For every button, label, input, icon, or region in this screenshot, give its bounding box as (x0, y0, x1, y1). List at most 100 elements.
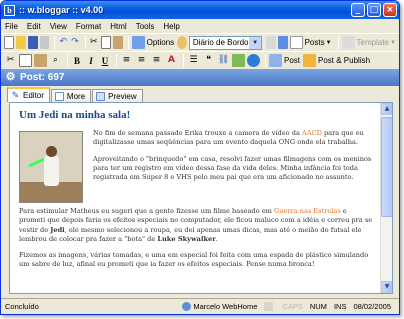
options-label: Options (146, 38, 175, 47)
blog-refresh-icon[interactable] (277, 36, 288, 49)
paragraph-text: . (215, 234, 218, 243)
menu-edit[interactable]: Edit (27, 22, 41, 31)
post-label: Post (284, 56, 301, 65)
preview-icon (96, 91, 106, 101)
toolbar-separator (54, 36, 56, 49)
menu-html[interactable]: Html (110, 22, 126, 31)
template-button[interactable]: Template ▼ (341, 36, 396, 49)
post-content[interactable]: Um Jedi na minha sala! No fim de semana … (19, 109, 373, 276)
find-icon[interactable]: ⌕ (49, 54, 62, 67)
status-date: 08/02/2005 (353, 302, 391, 311)
bold-button[interactable]: B (71, 56, 83, 66)
underline-button[interactable]: U (99, 56, 111, 66)
guerra-nas-estrelas-link[interactable]: Guerra nas Estrelas (274, 207, 341, 215)
post-publish-icon (303, 54, 317, 67)
status-bar: Concluído Marcelo WebHome CAPS NUM INS 0… (1, 298, 399, 314)
template-label: Template (356, 38, 389, 47)
toolbar-separator (84, 36, 86, 49)
align-left-icon[interactable]: ≡ (120, 54, 133, 67)
tab-editor-label: Editor (23, 91, 44, 100)
cut-icon[interactable]: ✂ (89, 36, 99, 49)
post-title: Post: 697 (20, 72, 65, 83)
menu-file[interactable]: File (5, 22, 18, 31)
toolbar-separator (127, 36, 129, 49)
copy-icon[interactable] (19, 54, 32, 67)
align-right-icon[interactable]: ≡ (150, 54, 163, 67)
editor-tabs: ✎ Editor More Preview (1, 86, 399, 102)
post-editor[interactable]: Um Jedi na minha sala! No fim de semana … (9, 102, 393, 294)
menu-tools[interactable]: Tools (136, 22, 155, 31)
bold-text: Jedi (50, 225, 65, 234)
posts-button[interactable]: Posts ▼ (289, 36, 332, 49)
toolbar-separator (265, 54, 266, 67)
posts-label: Posts (304, 38, 325, 47)
ins-indicator: INS (333, 302, 347, 311)
bold-text: Luke Skywalker (157, 234, 216, 243)
redo-icon[interactable]: ↷ (70, 36, 80, 49)
menu-format[interactable]: Format (76, 22, 101, 31)
cut-icon[interactable]: ✂ (4, 54, 17, 67)
page-icon (54, 91, 64, 101)
scroll-up-arrow-icon[interactable]: ▲ (381, 103, 392, 115)
account-status: Marcelo WebHome (182, 302, 257, 311)
link-icon[interactable]: ⛓ (217, 54, 230, 67)
paste-icon[interactable] (112, 36, 123, 49)
chevron-down-icon[interactable]: ▼ (249, 36, 262, 49)
save-icon[interactable] (27, 36, 38, 49)
window-title: :: w.bloggar :: v4.00 (19, 5, 104, 15)
menu-view[interactable]: View (50, 22, 67, 31)
blog-settings-icon[interactable] (266, 36, 276, 49)
post-publish-button[interactable]: Post & Publish (303, 54, 370, 67)
status-text: Concluído (5, 302, 39, 311)
tab-preview[interactable]: Preview (92, 89, 143, 102)
undo-icon[interactable]: ↶ (58, 36, 68, 49)
user-icon (182, 302, 192, 311)
blockquote-icon[interactable]: ❝ (202, 54, 215, 67)
template-icon (341, 36, 355, 49)
blog-select-value: Diário de Bordo (192, 38, 249, 47)
copy-icon[interactable] (100, 36, 111, 49)
lock-icon (264, 302, 274, 311)
scroll-thumb[interactable] (381, 117, 392, 217)
gear-icon[interactable]: ⚙ (5, 71, 16, 83)
font-icon[interactable]: A (165, 54, 178, 67)
post-header-bar: ⚙ Post: 697 (1, 69, 399, 86)
paste-icon[interactable] (34, 54, 47, 67)
menu-help[interactable]: Help (163, 22, 179, 31)
print-icon[interactable] (39, 36, 50, 49)
post-heading: Um Jedi na minha sala! (19, 109, 131, 121)
post-paragraph: Para estimular Matheus eu sugeri que a g… (19, 207, 373, 244)
close-button[interactable]: × (383, 3, 397, 17)
title-bar[interactable]: b :: w.bloggar :: v4.00 _ □ × (1, 1, 399, 19)
aacd-link[interactable]: AACD (302, 129, 322, 137)
menu-bar: File Edit View Format Html Tools Help (1, 19, 399, 33)
globe-icon[interactable] (247, 54, 260, 67)
paragraph-text: Para estimular Matheus eu sugeri que a g… (19, 207, 274, 216)
open-folder-icon[interactable] (16, 36, 26, 49)
align-center-icon[interactable]: ≡ (135, 54, 148, 67)
tab-preview-label: Preview (108, 91, 137, 101)
blog-select[interactable]: Diário de Bordo ▼ (188, 35, 263, 50)
post-icon (269, 54, 282, 67)
post-button[interactable]: Post (269, 54, 300, 67)
account-label: Marcelo WebHome (193, 302, 258, 311)
options-icon (131, 36, 145, 49)
options-button[interactable]: Options (131, 36, 175, 49)
post-photo (19, 131, 83, 204)
minimize-button[interactable]: _ (351, 3, 365, 17)
maximize-button[interactable]: □ (367, 3, 381, 17)
list-icon[interactable]: ☰ (187, 54, 200, 67)
tab-more[interactable]: More (50, 89, 92, 102)
tab-editor[interactable]: ✎ Editor (7, 87, 50, 102)
app-window: b :: w.bloggar :: v4.00 _ □ × File Edit … (0, 0, 400, 315)
format-toolbar: ✂ ⌕ B I U ≡ ≡ ≡ A ☰ ❝ ⛓ Post Post & Publ… (1, 51, 399, 69)
scroll-down-arrow-icon[interactable]: ▼ (381, 281, 392, 293)
new-file-icon[interactable] (4, 36, 15, 49)
vertical-scrollbar[interactable]: ▲ ▼ (380, 103, 392, 293)
blog-icon (177, 36, 187, 49)
caps-indicator: CAPS (282, 302, 303, 311)
italic-button[interactable]: I (85, 56, 97, 66)
chevron-down-icon: ▼ (390, 39, 396, 46)
post-paragraph: Fizemos as imagens, várias tomadas, e um… (19, 251, 369, 269)
image-icon[interactable] (232, 54, 245, 67)
